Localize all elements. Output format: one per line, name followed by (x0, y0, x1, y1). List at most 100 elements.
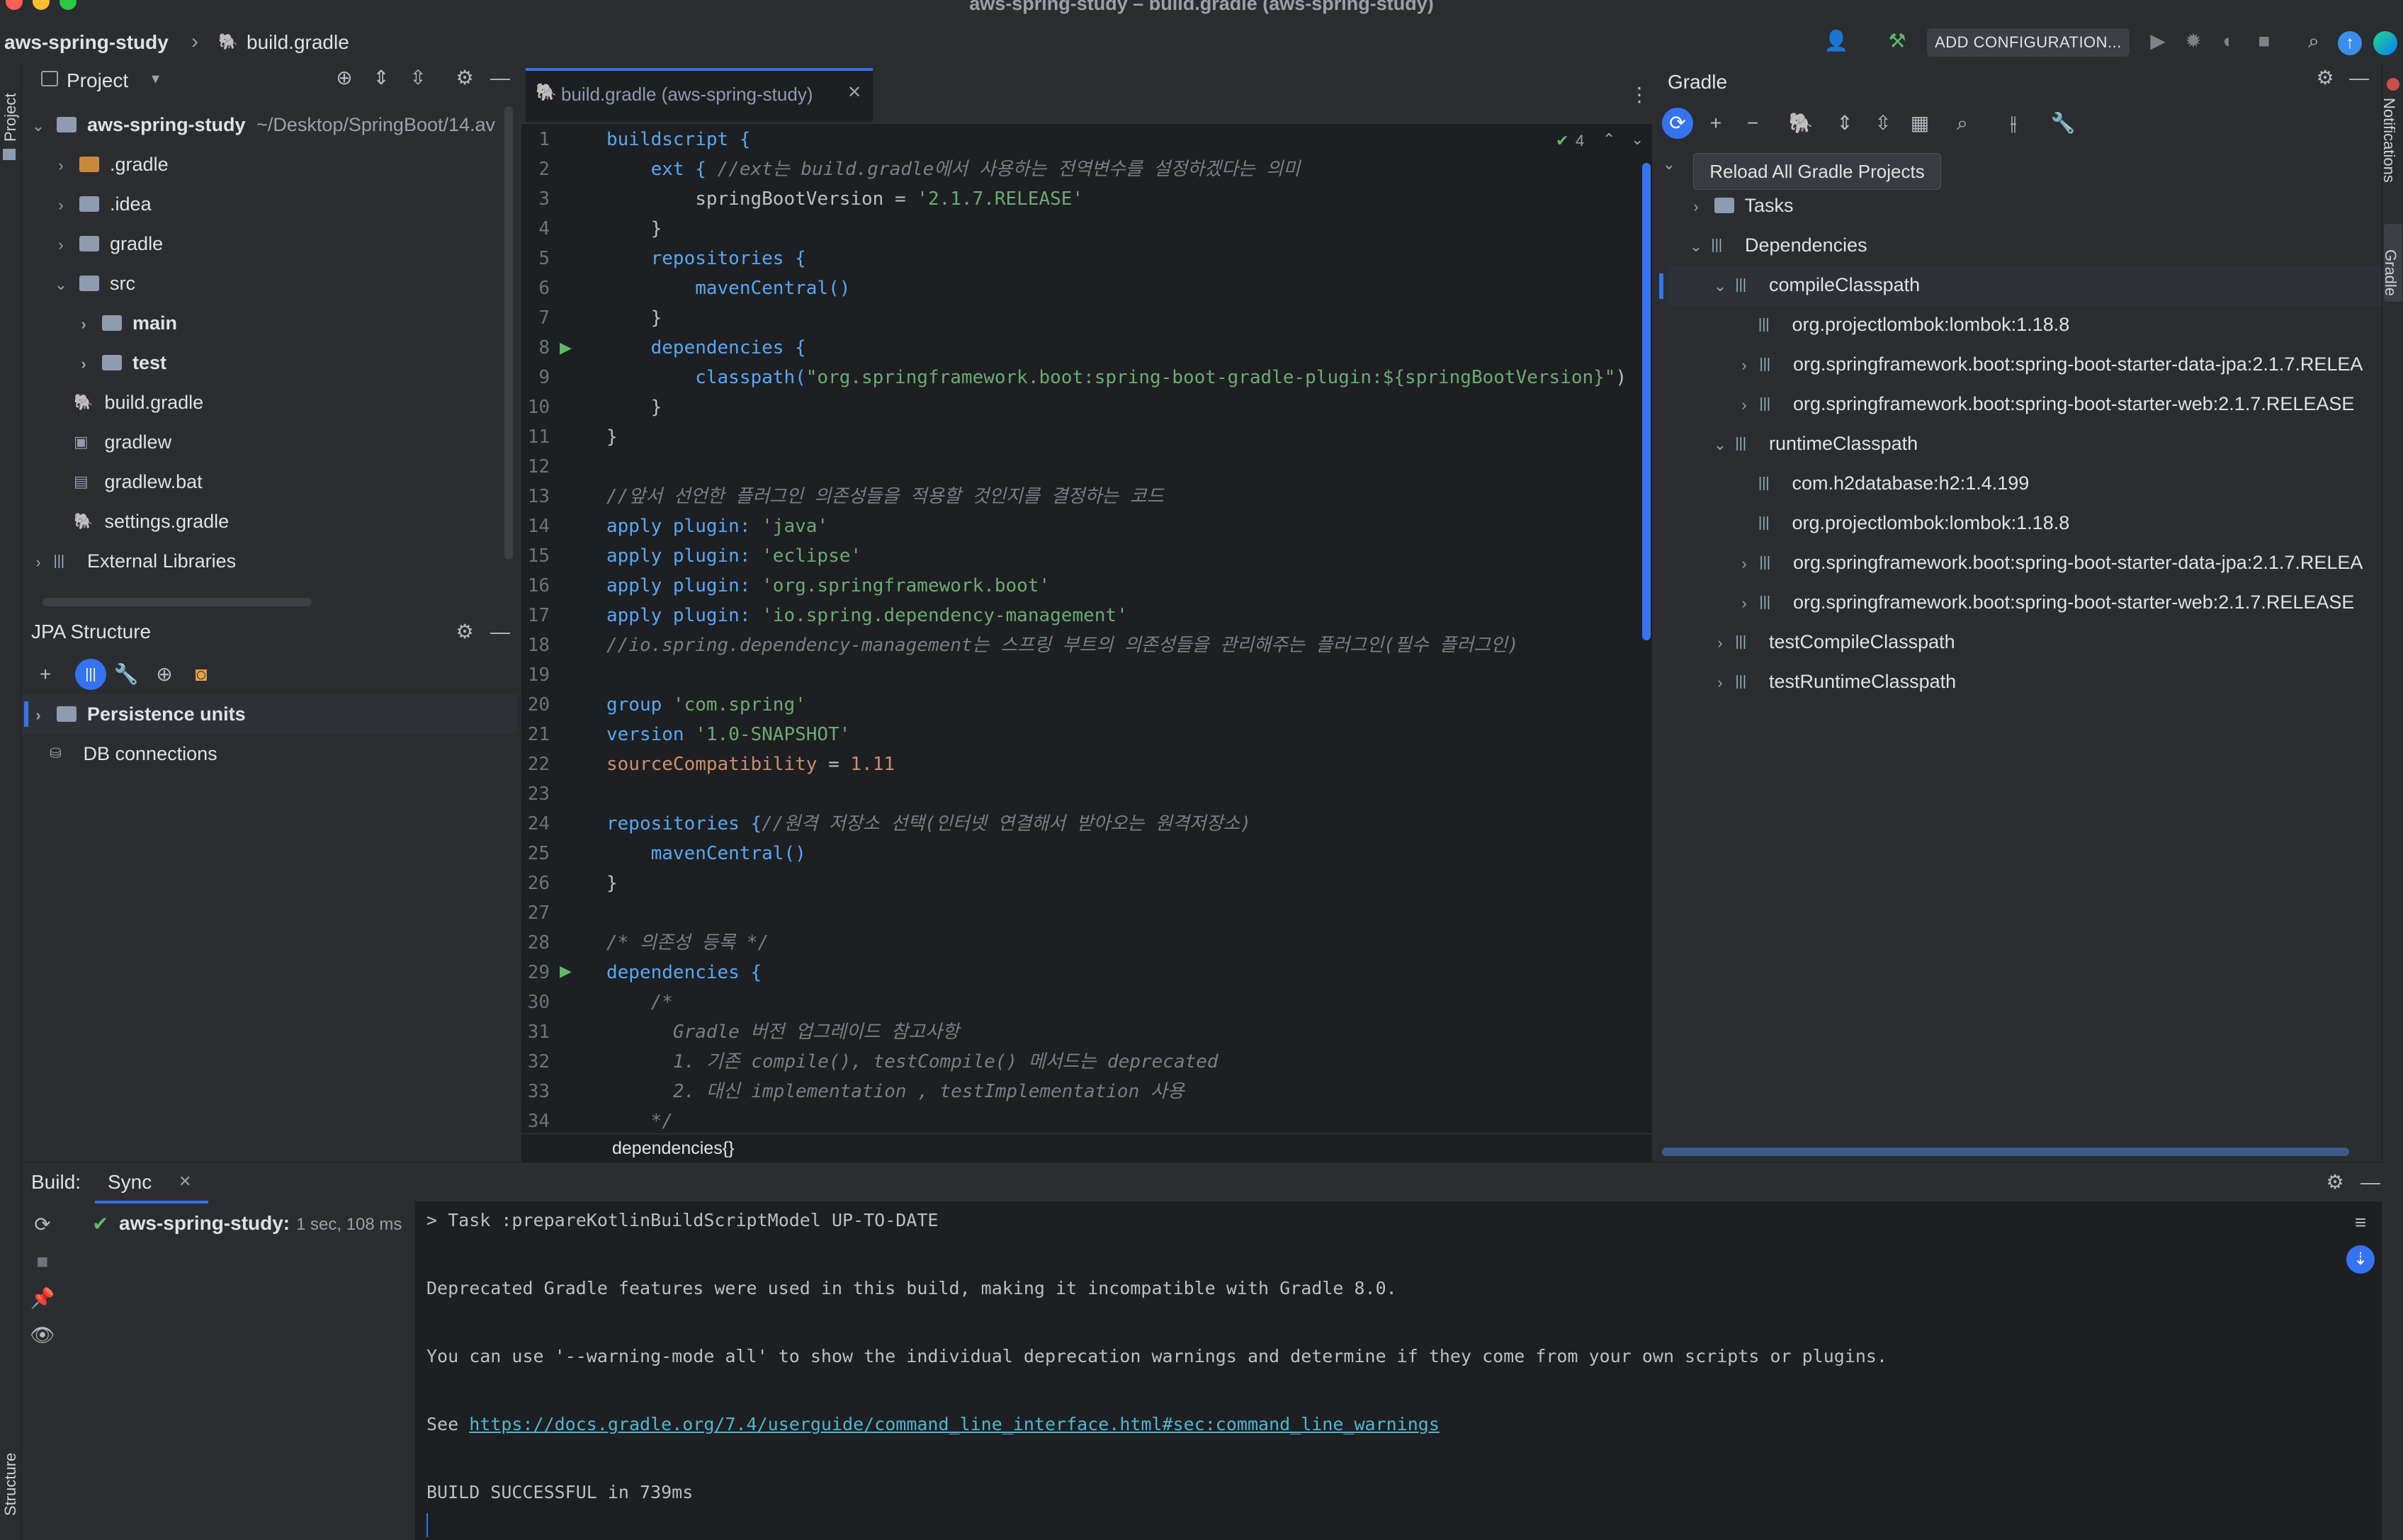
chevron-down-icon[interactable]: ⌄ (1686, 227, 1706, 266)
search-icon[interactable]: ⌕ (2300, 27, 2328, 55)
execute-task-icon[interactable]: 🐘 (1787, 109, 1815, 137)
structure-tool-button[interactable]: Structure (1, 1453, 20, 1516)
view-options-icon[interactable]: ◙ (187, 660, 215, 689)
hide-panel-icon[interactable]: — (486, 64, 514, 92)
chevron-down-icon[interactable]: ⌄ (1710, 266, 1730, 306)
chevron-right-icon[interactable]: › (51, 186, 71, 225)
chevron-right-icon[interactable]: › (1734, 544, 1754, 584)
tree-item-gradle[interactable]: › gradle (51, 224, 163, 264)
tree-item-idea[interactable]: › .idea (51, 184, 151, 225)
tree-item-src[interactable]: ⌄ src (51, 264, 135, 303)
settings-gear-icon[interactable]: ⚙ (2321, 1168, 2349, 1196)
chevron-down-icon[interactable]: ⌄ (51, 265, 71, 305)
collapse-all-icon[interactable]: ⇳ (404, 64, 432, 92)
hide-panel-icon[interactable]: — (2345, 64, 2373, 92)
gradle-dependency-item[interactable]: › ||| org.springframework.boot:spring-bo… (1734, 344, 2363, 384)
jpa-entities-icon[interactable]: ||| (75, 659, 106, 690)
tree-item-settings-gradle[interactable]: 🐘 settings.gradle (71, 502, 229, 541)
reload-gradle-icon[interactable]: ⟳ (1662, 108, 1693, 139)
expand-all-icon[interactable]: ⇕ (367, 64, 395, 92)
more-options-icon[interactable]: ⋮ (1625, 81, 1653, 109)
add-icon[interactable]: + (1702, 109, 1730, 137)
wrench-icon[interactable]: 🔧 (2049, 109, 2077, 137)
tree-root-project[interactable]: ⌄ aws-spring-study ~/Desktop/SpringBoot/… (28, 105, 495, 145)
resync-icon[interactable]: ⟳ (28, 1211, 57, 1239)
stop-icon[interactable]: ■ (28, 1247, 57, 1276)
remove-icon[interactable]: − (1738, 109, 1767, 137)
pin-icon[interactable]: 📌 (28, 1284, 57, 1313)
toggle-offline-icon[interactable]: ⫲ (1999, 109, 2028, 137)
chevron-down-icon[interactable]: ⌄ (1710, 425, 1730, 465)
chevron-right-icon[interactable]: › (1734, 584, 1754, 623)
gradle-tasks[interactable]: › Tasks (1686, 186, 1793, 227)
target-icon[interactable]: ⊕ (150, 660, 179, 689)
gradle-dependency-item[interactable]: ||| com.h2database:h2:1.4.199 (1758, 463, 2029, 503)
editor-breadcrumb[interactable]: dependencies{} (612, 1138, 734, 1158)
build-console[interactable] (415, 1201, 2382, 1540)
chevron-down-icon[interactable]: ⌄ (28, 106, 48, 146)
gradle-runtime-classpath[interactable]: ⌄ ||| runtimeClasspath (1710, 424, 1918, 463)
settings-gear-icon[interactable]: ⚙ (451, 618, 479, 646)
group-modules-icon[interactable]: ▦ (1906, 109, 1934, 137)
tree-item-gradlew-bat[interactable]: ▤ gradlew.bat (71, 462, 203, 502)
gradle-test-runtime-classpath[interactable]: › ||| testRuntimeClasspath (1710, 662, 1956, 701)
soft-wrap-icon[interactable]: ≡ (2346, 1208, 2375, 1237)
settings-gear-icon[interactable]: ⚙ (451, 64, 479, 92)
tree-item-build-gradle[interactable]: 🐘 build.gradle (71, 383, 203, 422)
vertical-scrollbar[interactable] (504, 106, 513, 560)
tab-build-gradle[interactable]: 🐘 build.gradle (aws-spring-study) ✕ (526, 68, 873, 122)
chevron-right-icon[interactable]: › (1734, 385, 1754, 425)
chevron-right-icon[interactable]: › (28, 543, 48, 582)
add-icon[interactable]: + (31, 660, 60, 689)
notifications-tool-button[interactable]: Notifications (2380, 98, 2398, 183)
tree-item-db-connections[interactable]: ⛁ DB connections (50, 734, 217, 774)
chevron-right-icon[interactable]: › (1686, 187, 1706, 227)
chevron-right-icon[interactable]: › (1710, 623, 1730, 663)
toolbox-app-icon[interactable] (2373, 31, 2397, 55)
documentation-link[interactable]: https://docs.gradle.org/7.4/userguide/co… (469, 1414, 1440, 1434)
gradle-root-item[interactable]: ⌄ (1659, 143, 1679, 183)
gradle-dependency-item[interactable]: ||| org.projectlombok:lombok:1.18.8 (1758, 503, 2069, 543)
close-tab-icon[interactable]: ✕ (847, 82, 861, 103)
chevron-right-icon[interactable]: › (1734, 346, 1754, 385)
run-icon[interactable]: ▶ (2144, 27, 2172, 55)
debug-icon[interactable]: ✹ (2179, 27, 2207, 55)
hide-panel-icon[interactable]: — (2356, 1168, 2385, 1196)
chevron-right-icon[interactable]: › (51, 225, 71, 265)
build-hammer-icon[interactable]: ⚒ (1883, 27, 1911, 55)
gradle-dependency-item[interactable]: ||| org.projectlombok:lombok:1.18.8 (1758, 305, 2069, 344)
stop-icon[interactable]: ■ (2250, 27, 2278, 55)
hide-panel-icon[interactable]: — (486, 618, 514, 646)
gradle-dependency-item[interactable]: › ||| org.springframework.boot:spring-bo… (1734, 384, 2354, 424)
gradle-test-compile-classpath[interactable]: › ||| testCompileClasspath (1710, 622, 1955, 662)
horizontal-scrollbar[interactable] (43, 598, 312, 606)
add-configuration-button[interactable]: ADD CONFIGURATION... (1927, 28, 2130, 57)
horizontal-scrollbar[interactable] (1662, 1148, 2349, 1156)
locate-file-icon[interactable]: ⊕ (330, 64, 358, 92)
vcs-user-icon[interactable]: 👤 (1822, 27, 1850, 55)
chevron-right-icon[interactable]: › (28, 696, 48, 735)
gradle-dependency-item[interactable]: › ||| org.springframework.boot:spring-bo… (1734, 582, 2354, 622)
settings-gear-icon[interactable]: ⚙ (2311, 64, 2339, 92)
build-task-name[interactable]: aws-spring-study: (119, 1212, 290, 1235)
project-breadcrumb[interactable]: aws-spring-study (4, 31, 169, 54)
project-panel-title[interactable]: Project (67, 69, 128, 92)
chevron-right-icon[interactable]: › (51, 146, 71, 186)
tab-sync[interactable]: Sync ✕ (95, 1165, 208, 1204)
update-icon[interactable]: ↑ (2338, 31, 2362, 55)
coverage-icon[interactable]: ◐ (2215, 27, 2243, 55)
project-tool-button[interactable]: Project (1, 94, 20, 142)
tree-item-external-libraries[interactable]: › ||| External Libraries (28, 541, 236, 581)
wrench-icon[interactable]: 🔧 (112, 660, 140, 689)
chevron-down-icon[interactable]: ▾ (152, 69, 159, 88)
eye-icon[interactable]: 👁 (28, 1321, 57, 1349)
analyze-dependencies-icon[interactable]: ⌕ (1948, 109, 1977, 137)
tree-item-gradlew[interactable]: ▣ gradlew (71, 422, 171, 462)
chevron-right-icon[interactable]: › (74, 305, 94, 344)
tree-item-gradle-dir[interactable]: › .gradle (51, 145, 168, 186)
gradle-compile-classpath[interactable]: ⌄ ||| compileClasspath (1710, 265, 1920, 305)
notifications-bell-icon[interactable] (2387, 78, 2399, 91)
chevron-down-icon[interactable]: ⌄ (1659, 145, 1679, 184)
gradle-dependency-item[interactable]: › ||| org.springframework.boot:spring-bo… (1734, 543, 2363, 582)
chevron-right-icon[interactable]: › (1710, 663, 1730, 703)
